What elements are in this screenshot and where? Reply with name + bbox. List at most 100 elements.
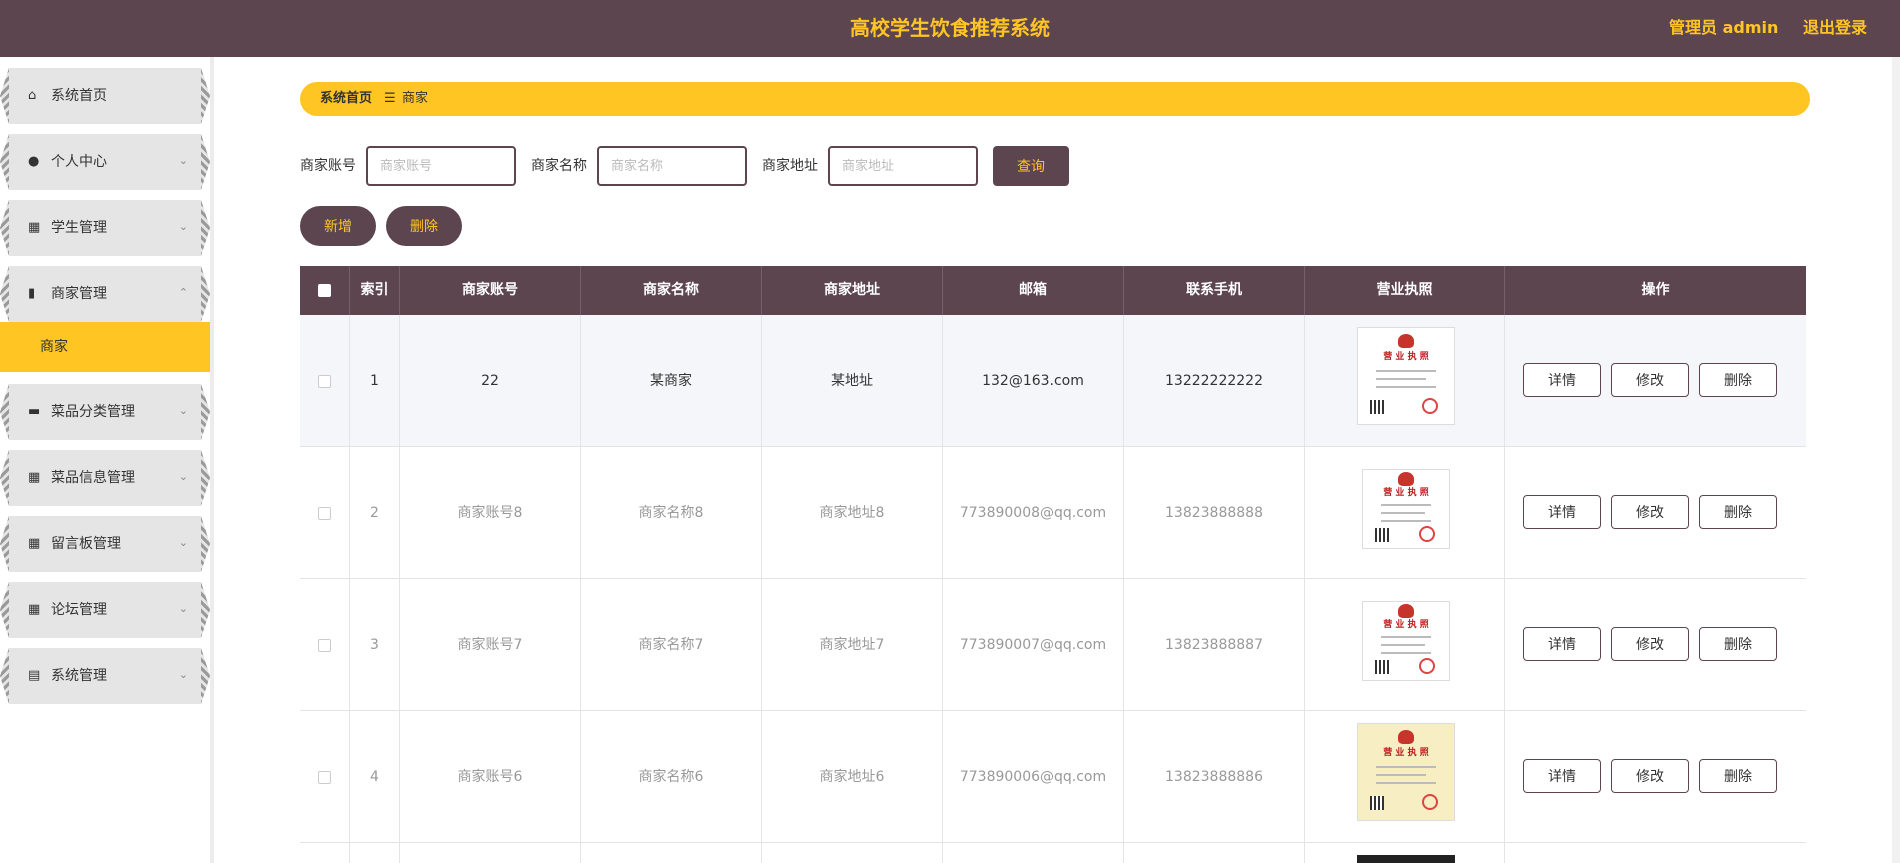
sidebar-item-dish-info[interactable]: ▦ 菜品信息管理 ⌄ bbox=[0, 450, 210, 506]
table-row: 2 商家账号8 商家名称8 商家地址8 773890008@qq.com 138… bbox=[300, 447, 1806, 579]
table-row bbox=[300, 843, 1806, 863]
sidebar-item-label: 留言板管理 bbox=[51, 536, 121, 552]
cell-phone: 13823888888 bbox=[1124, 447, 1305, 579]
add-button[interactable]: 新增 bbox=[300, 206, 376, 246]
cell-account: 商家账号7 bbox=[400, 579, 581, 711]
sidebar-item-profile[interactable]: ● 个人中心 ⌄ bbox=[0, 134, 210, 190]
cell-account: 22 bbox=[400, 315, 581, 447]
chevron-down-icon: ⌄ bbox=[178, 602, 188, 615]
sidebar-item-forum[interactable]: ▦ 论坛管理 ⌄ bbox=[0, 582, 210, 638]
batch-delete-button[interactable]: 删除 bbox=[386, 206, 462, 246]
account-search-input[interactable] bbox=[366, 146, 516, 186]
chevron-down-icon: ⌄ bbox=[178, 154, 188, 167]
query-button[interactable]: 查询 bbox=[993, 146, 1069, 186]
header-account: 商家账号 bbox=[400, 266, 581, 315]
sidebar-item-messages[interactable]: ▦ 留言板管理 ⌄ bbox=[0, 516, 210, 572]
sidebar-item-label: 菜品分类管理 bbox=[51, 404, 135, 420]
breadcrumb: 系统首页 ☰ 商家 bbox=[300, 82, 1810, 116]
chevron-down-icon: ⌄ bbox=[178, 470, 188, 483]
grid-icon: ▦ bbox=[28, 220, 41, 235]
license-image[interactable] bbox=[1357, 855, 1455, 863]
license-image[interactable]: 营 业 执 照 bbox=[1362, 601, 1450, 681]
app-title: 高校学生饮食推荐系统 bbox=[850, 16, 1050, 40]
cell-name: 商家名称6 bbox=[581, 711, 762, 843]
detail-button[interactable]: 详情 bbox=[1523, 759, 1601, 793]
clipboard-icon: ▤ bbox=[28, 668, 41, 683]
sidebar-item-label: 个人中心 bbox=[51, 154, 107, 170]
sidebar-item-label: 论坛管理 bbox=[51, 602, 107, 618]
address-search-input[interactable] bbox=[828, 146, 978, 186]
cell-email: 773890006@qq.com bbox=[943, 711, 1124, 843]
cell-phone: 13823888886 bbox=[1124, 711, 1305, 843]
chevron-down-icon: ⌄ bbox=[178, 668, 188, 681]
detail-button[interactable]: 详情 bbox=[1523, 495, 1601, 529]
table-header: 索引 商家账号 商家名称 商家地址 邮箱 联系手机 营业执照 操作 bbox=[300, 266, 1806, 315]
table-row: 3 商家账号7 商家名称7 商家地址7 773890007@qq.com 138… bbox=[300, 579, 1806, 711]
sidebar-item-students[interactable]: ▦ 学生管理 ⌄ bbox=[0, 200, 210, 256]
admin-label[interactable]: 管理员 admin bbox=[1669, 0, 1778, 57]
sidebar-subitem-merchant[interactable]: 商家 bbox=[0, 322, 210, 372]
header-phone: 联系手机 bbox=[1124, 266, 1305, 315]
cell-address: 商家地址7 bbox=[762, 579, 943, 711]
header-license: 营业执照 bbox=[1305, 266, 1505, 315]
row-checkbox[interactable] bbox=[318, 506, 331, 520]
delete-button[interactable]: 删除 bbox=[1699, 627, 1777, 661]
name-search-input[interactable] bbox=[597, 146, 747, 186]
cell-name: 商家名称8 bbox=[581, 447, 762, 579]
account-label: 商家账号 bbox=[300, 158, 356, 174]
table-row: 4 商家账号6 商家名称6 商家地址6 773890006@qq.com 138… bbox=[300, 711, 1806, 843]
sidebar-item-home[interactable]: ⌂ 系统首页 bbox=[0, 68, 210, 124]
breadcrumb-separator-icon: ☰ bbox=[384, 91, 396, 106]
cell-email: 132@163.com bbox=[943, 315, 1124, 447]
bar-chart-icon: ▮ bbox=[28, 286, 36, 301]
sidebar-item-system[interactable]: ▤ 系统管理 ⌄ bbox=[0, 648, 210, 704]
sidebar-item-label: 系统管理 bbox=[51, 668, 107, 684]
detail-button[interactable]: 详情 bbox=[1523, 627, 1601, 661]
row-checkbox[interactable] bbox=[318, 770, 331, 784]
sidebar-item-merchants[interactable]: ▮ 商家管理 ⌃ bbox=[0, 266, 210, 322]
chevron-down-icon: ⌄ bbox=[178, 536, 188, 549]
cell-email: 773890008@qq.com bbox=[943, 447, 1124, 579]
sidebar-item-label: 菜品信息管理 bbox=[51, 470, 135, 486]
delete-button[interactable]: 删除 bbox=[1699, 495, 1777, 529]
edit-button[interactable]: 修改 bbox=[1611, 759, 1689, 793]
cell-account: 商家账号6 bbox=[400, 711, 581, 843]
delete-button[interactable]: 删除 bbox=[1699, 759, 1777, 793]
cell-name: 某商家 bbox=[581, 315, 762, 447]
row-checkbox[interactable] bbox=[318, 374, 331, 388]
cell-address: 商家地址8 bbox=[762, 447, 943, 579]
header-actions: 操作 bbox=[1641, 282, 1670, 298]
top-bar: 高校学生饮食推荐系统 管理员 admin 退出登录 bbox=[0, 0, 1900, 57]
cell-name: 商家名称7 bbox=[581, 579, 762, 711]
license-image[interactable]: 营 业 执 照 bbox=[1357, 327, 1455, 425]
delete-button[interactable]: 删除 bbox=[1699, 363, 1777, 397]
detail-button[interactable]: 详情 bbox=[1523, 363, 1601, 397]
header-name: 商家名称 bbox=[581, 266, 762, 315]
sidebar-item-label: 学生管理 bbox=[51, 220, 107, 236]
grid-icon: ▦ bbox=[28, 470, 41, 485]
header-address: 商家地址 bbox=[762, 266, 943, 315]
home-icon: ⌂ bbox=[28, 88, 37, 103]
breadcrumb-home[interactable]: 系统首页 bbox=[320, 82, 372, 116]
edit-button[interactable]: 修改 bbox=[1611, 363, 1689, 397]
cell-phone: 13222222222 bbox=[1124, 315, 1305, 447]
sidebar-item-dish-category[interactable]: ▬ 菜品分类管理 ⌄ bbox=[0, 384, 210, 440]
grid-icon: ▦ bbox=[28, 602, 41, 617]
cell-account: 商家账号8 bbox=[400, 447, 581, 579]
cell-email: 773890007@qq.com bbox=[943, 579, 1124, 711]
sidebar-item-label: 商家管理 bbox=[51, 286, 107, 302]
select-all-checkbox[interactable] bbox=[318, 283, 331, 297]
breadcrumb-current: 商家 bbox=[402, 91, 429, 106]
header-index: 索引 bbox=[350, 266, 400, 315]
briefcase-icon: ▬ bbox=[28, 404, 41, 419]
page-scrollbar[interactable] bbox=[1892, 57, 1900, 863]
edit-button[interactable]: 修改 bbox=[1611, 627, 1689, 661]
chevron-up-icon: ⌃ bbox=[178, 286, 188, 299]
row-checkbox[interactable] bbox=[318, 638, 331, 652]
logout-link[interactable]: 退出登录 bbox=[1803, 0, 1867, 57]
grid-icon: ▦ bbox=[28, 536, 41, 551]
license-image[interactable]: 营 业 执 照 bbox=[1357, 723, 1455, 821]
select-all-cell bbox=[300, 266, 350, 315]
edit-button[interactable]: 修改 bbox=[1611, 495, 1689, 529]
license-image[interactable]: 营 业 执 照 bbox=[1362, 469, 1450, 549]
